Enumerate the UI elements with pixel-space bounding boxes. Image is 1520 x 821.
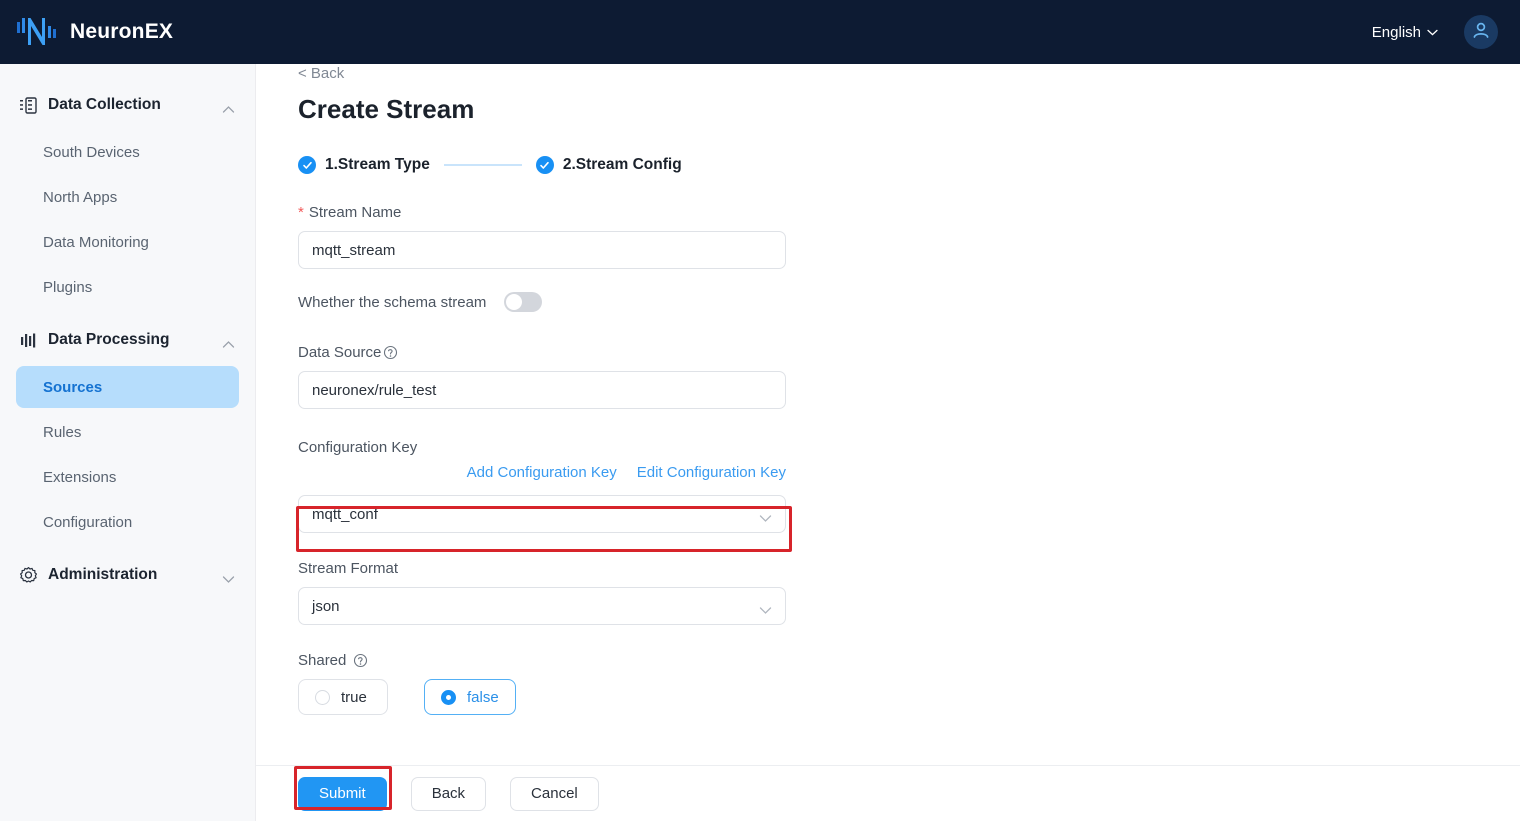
stream-name-value: mqtt_stream <box>312 241 396 259</box>
sidebar-group-data-processing[interactable]: Data Processing <box>0 317 255 363</box>
cancel-button[interactable]: Cancel <box>510 776 599 811</box>
check-circle-icon <box>535 156 554 174</box>
configuration-key-value: mqtt_conf <box>312 505 378 523</box>
top-bar-right: English <box>1372 15 1498 49</box>
field-stream-name: * Stream Name mqtt_stream <box>298 204 798 269</box>
schema-stream-row: Whether the schema stream <box>298 292 798 312</box>
configuration-key-label: Configuration Key <box>298 439 418 456</box>
data-source-label: Data Source <box>298 344 798 361</box>
data-processing-icon <box>18 330 38 350</box>
schema-stream-toggle[interactable] <box>504 292 543 312</box>
language-label: English <box>1371 23 1421 41</box>
shared-radio-true[interactable]: true <box>298 679 388 715</box>
schema-stream-label: Whether the schema stream <box>298 293 487 311</box>
field-stream-format: Stream Format json <box>298 560 798 625</box>
configuration-key-actions: Add Configuration Key Edit Configuration… <box>298 464 786 481</box>
sidebar-item-label: Plugins <box>43 278 93 296</box>
field-configuration-key: Configuration Key Add Configuration Key … <box>298 439 798 533</box>
neuronex-logo-icon <box>16 15 60 49</box>
stepper-connector <box>443 164 522 166</box>
gear-icon <box>18 565 38 585</box>
sidebar-group-label: Data Collection <box>48 96 161 113</box>
sidebar-item-south-devices[interactable]: South Devices <box>16 131 239 173</box>
sidebar-group-label: Data Processing <box>48 331 170 348</box>
shared-label: Shared <box>298 652 798 669</box>
chevron-down-icon <box>1427 29 1438 36</box>
label-text: Data Source <box>298 344 382 361</box>
sidebar-item-rules[interactable]: Rules <box>16 411 239 453</box>
step-stream-config[interactable]: 2.Stream Config <box>535 156 682 174</box>
data-source-value: neuronex/rule_test <box>312 381 437 399</box>
sidebar-item-label: Rules <box>43 423 82 441</box>
page-title: Create Stream <box>298 94 475 124</box>
brand-name: NeuronEX <box>70 20 174 43</box>
data-source-input[interactable]: neuronex/rule_test <box>298 371 786 409</box>
language-selector[interactable]: English <box>1372 24 1438 41</box>
stream-format-label: Stream Format <box>298 560 399 577</box>
data-collection-icon <box>18 95 38 115</box>
back-button[interactable]: Back <box>410 776 487 811</box>
stream-name-input[interactable]: mqtt_stream <box>298 231 786 269</box>
radio-label: true <box>341 688 367 706</box>
configuration-key-select[interactable]: mqtt_conf <box>298 495 786 533</box>
top-bar: NeuronEX English <box>0 0 1520 64</box>
sidebar-item-plugins[interactable]: Plugins <box>16 266 239 308</box>
question-circle-icon[interactable] <box>383 345 398 360</box>
label-text: Shared <box>298 652 347 669</box>
submit-button[interactable]: Submit <box>298 776 387 811</box>
stream-format-select[interactable]: json <box>298 587 786 625</box>
sidebar-item-data-monitoring[interactable]: Data Monitoring <box>16 221 239 263</box>
stepper: 1.Stream Type 2.Stream Config <box>298 156 682 174</box>
sidebar-item-label: North Apps <box>43 188 118 206</box>
sidebar-item-configuration[interactable]: Configuration <box>16 501 239 543</box>
shared-radio-false[interactable]: false <box>424 679 516 715</box>
field-schema-stream: Whether the schema stream <box>298 292 798 312</box>
chevron-down-icon[interactable] <box>222 571 235 583</box>
toggle-knob <box>506 294 523 310</box>
sidebar-item-label: Configuration <box>43 513 133 531</box>
sidebar-item-label: Sources <box>43 378 103 396</box>
radio-icon <box>315 689 330 705</box>
stream-name-label: * Stream Name <box>298 204 798 221</box>
sidebar-group-label: Administration <box>48 566 158 583</box>
sidebar-item-extensions[interactable]: Extensions <box>16 456 239 498</box>
sidebar-group-administration[interactable]: Administration <box>0 552 255 598</box>
chevron-up-icon[interactable] <box>222 336 235 348</box>
avatar[interactable] <box>1464 15 1498 49</box>
check-circle-icon <box>298 156 316 174</box>
sidebar-item-north-apps[interactable]: North Apps <box>16 176 239 218</box>
shared-radio-group: true false <box>298 679 798 715</box>
form-footer: Submit Back Cancel <box>256 765 1520 821</box>
step-label: 1.Stream Type <box>325 156 430 173</box>
user-avatar-icon <box>1470 19 1492 46</box>
label-text: Stream Name <box>308 204 402 221</box>
radio-label: false <box>467 688 499 706</box>
sidebar-item-label: Extensions <box>43 468 117 486</box>
sidebar-item-label: South Devices <box>43 143 140 161</box>
brand[interactable]: NeuronEX <box>16 15 173 49</box>
sidebar: Data Collection South Devices North Apps… <box>0 64 256 821</box>
field-shared: Shared true false <box>298 652 798 715</box>
create-stream-form: * Stream Name mqtt_stream Whether the sc… <box>298 204 798 715</box>
chevron-down-icon <box>759 602 772 614</box>
stream-format-value: json <box>312 597 340 615</box>
chevron-up-icon[interactable] <box>222 101 235 113</box>
sidebar-item-sources[interactable]: Sources <box>16 366 239 408</box>
question-circle-icon[interactable] <box>353 653 368 668</box>
back-link[interactable]: < Back <box>298 65 344 82</box>
add-configuration-key-link[interactable]: Add Configuration Key <box>467 464 617 481</box>
step-label: 2.Stream Config <box>562 156 682 173</box>
sidebar-group-data-collection[interactable]: Data Collection <box>0 82 255 128</box>
field-data-source: Data Source neuronex/rule_test <box>298 344 798 409</box>
edit-configuration-key-link[interactable]: Edit Configuration Key <box>637 464 786 481</box>
sidebar-item-label: Data Monitoring <box>43 233 149 251</box>
required-asterisk: * <box>298 204 304 221</box>
chevron-down-icon <box>759 510 772 522</box>
main-content: < Back Create Stream 1.Stream Type 2.Str… <box>256 64 1520 821</box>
step-stream-type[interactable]: 1.Stream Type <box>298 156 430 174</box>
radio-icon-selected <box>441 689 456 705</box>
